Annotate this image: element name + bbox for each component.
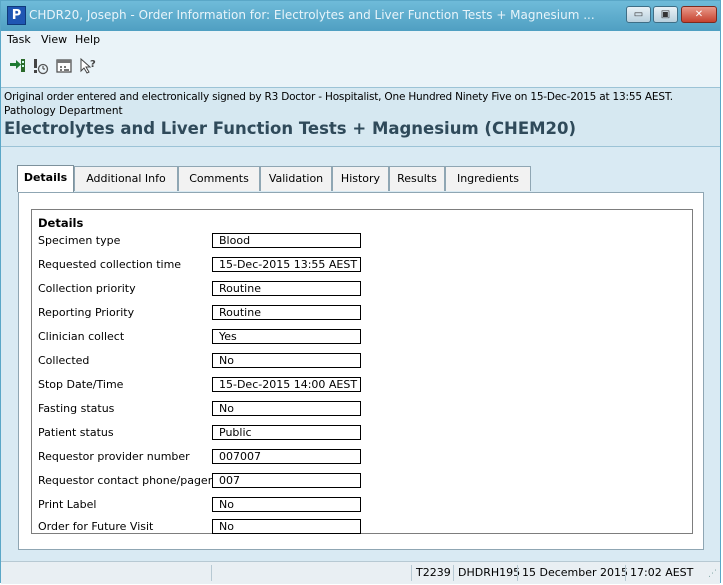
menu-view[interactable]: View: [41, 33, 67, 46]
field-value: 007007: [212, 449, 361, 464]
details-panel: Details Specimen type Blood Requested co…: [18, 192, 704, 550]
field-label: Clinician collect: [38, 330, 125, 343]
tab-results[interactable]: Results: [389, 166, 445, 191]
tab-ingredients[interactable]: Ingredients: [445, 166, 531, 191]
minimize-button[interactable]: ▭: [626, 6, 651, 23]
field-value: No: [212, 519, 361, 534]
status-time: 17:02 AEST: [625, 565, 697, 581]
field-label: Fasting status: [38, 402, 115, 415]
alert-clock-icon[interactable]: [31, 57, 49, 75]
department-text: Pathology Department: [4, 105, 123, 117]
field-value: No: [212, 353, 361, 368]
field-value: 007: [212, 473, 361, 488]
print-order-icon[interactable]: [9, 57, 27, 75]
field-value: 15-Dec-2015 13:55 AEST: [212, 257, 361, 272]
status-bar: T2239 DHDRH195 15 December 2015 17:02 AE…: [1, 561, 720, 584]
help-pointer-icon[interactable]: ?: [79, 57, 97, 75]
status-user-id: T2239: [411, 565, 455, 581]
field-label: Print Label: [38, 498, 97, 511]
window-title: CHDR20, Joseph - Order Information for: …: [29, 8, 595, 22]
maximize-button[interactable]: ▣: [653, 6, 678, 23]
field-value: Blood: [212, 233, 361, 248]
field-label: Patient status: [38, 426, 114, 439]
tab-strip: Details Additional Info Comments Validat…: [1, 165, 720, 192]
menu-task[interactable]: Task: [7, 33, 31, 46]
order-information-window: P CHDR20, Joseph - Order Information for…: [0, 0, 721, 584]
field-label: Order for Future Visit: [38, 520, 154, 533]
maximize-icon: ▣: [660, 9, 671, 20]
field-value: No: [212, 401, 361, 416]
order-banner: Original order entered and electronicall…: [1, 88, 720, 147]
app-logo-icon: P: [7, 6, 26, 25]
details-group-title: Details: [38, 216, 84, 230]
menu-bar: Task View Help: [1, 31, 720, 50]
tab-history[interactable]: History: [332, 166, 389, 191]
field-label: Requested collection time: [38, 258, 182, 271]
order-title: Electrolytes and Liver Function Tests + …: [4, 119, 577, 138]
details-group: Details Specimen type Blood Requested co…: [31, 209, 693, 534]
field-label: Requestor provider number: [38, 450, 190, 463]
order-signed-text: Original order entered and electronicall…: [4, 91, 673, 103]
close-button[interactable]: ✕: [681, 6, 717, 23]
field-value: Routine: [212, 305, 361, 320]
tab-validation[interactable]: Validation: [260, 166, 332, 191]
field-value: No: [212, 497, 361, 512]
title-bar[interactable]: P CHDR20, Joseph - Order Information for…: [1, 1, 720, 31]
field-label: Collection priority: [38, 282, 136, 295]
tab-comments[interactable]: Comments: [178, 166, 260, 191]
field-label: Collected: [38, 354, 90, 367]
toolbar: ?: [1, 49, 720, 88]
field-value: Public: [212, 425, 361, 440]
field-label: Reporting Priority: [38, 306, 135, 319]
field-label: Requestor contact phone/pager: [38, 474, 213, 487]
status-cell-empty: [211, 565, 411, 581]
resize-grip-icon[interactable]: ⋰: [708, 569, 717, 579]
tab-additional-info[interactable]: Additional Info: [74, 166, 178, 191]
field-label: Specimen type: [38, 234, 121, 247]
field-label: Stop Date/Time: [38, 378, 124, 391]
svg-text:?: ?: [90, 59, 96, 70]
field-value: Yes: [212, 329, 361, 344]
menu-help[interactable]: Help: [75, 33, 100, 46]
calendar-icon[interactable]: [55, 57, 73, 75]
field-value: 15-Dec-2015 14:00 AEST: [212, 377, 361, 392]
status-workstation: DHDRH195: [453, 565, 524, 581]
status-date: 15 December 2015: [517, 565, 632, 581]
close-icon: ✕: [694, 9, 704, 20]
minimize-icon: ▭: [633, 9, 644, 20]
field-value: Routine: [212, 281, 361, 296]
tab-details[interactable]: Details: [17, 165, 74, 192]
